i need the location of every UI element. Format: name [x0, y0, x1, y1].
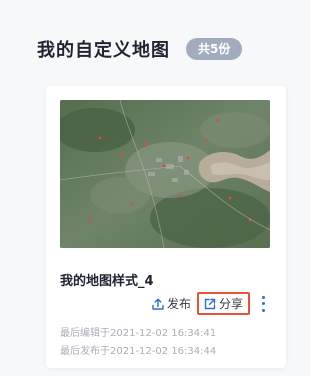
map-card[interactable]: 我的地图样式_4 发布 分享 最后编辑于2021-12-02 16:34:41 … [46, 86, 286, 368]
share-button[interactable]: 分享 [196, 292, 250, 315]
upload-icon [152, 298, 164, 310]
more-dot [261, 308, 265, 312]
more-dot [261, 302, 265, 305]
map-style-name: 我的地图样式_4 [60, 274, 154, 289]
external-share-icon [204, 298, 216, 309]
count-badge: 共5份 [186, 38, 243, 60]
share-label: 分享 [218, 297, 243, 311]
map-thumbnail[interactable] [60, 100, 270, 248]
page-title: 我的自定义地图 [37, 40, 170, 61]
satellite-map-image [60, 100, 270, 248]
publish-button[interactable]: 发布 [151, 295, 191, 312]
page: 我的自定义地图 共5份 我的地图样式_4 发布 分享 最后编辑于2021-12-… [0, 0, 310, 376]
page-header: 我的自定义地图 共5份 [37, 36, 243, 62]
more-dot [261, 295, 265, 299]
last-edited-time: 最后编辑于2021-12-02 16:34:41 [60, 328, 217, 339]
card-actions: 发布 分享 [151, 292, 268, 315]
last-published-time: 最后发布于2021-12-02 16:34:44 [60, 346, 217, 357]
publish-label: 发布 [166, 297, 191, 311]
more-options-icon[interactable] [258, 295, 268, 312]
